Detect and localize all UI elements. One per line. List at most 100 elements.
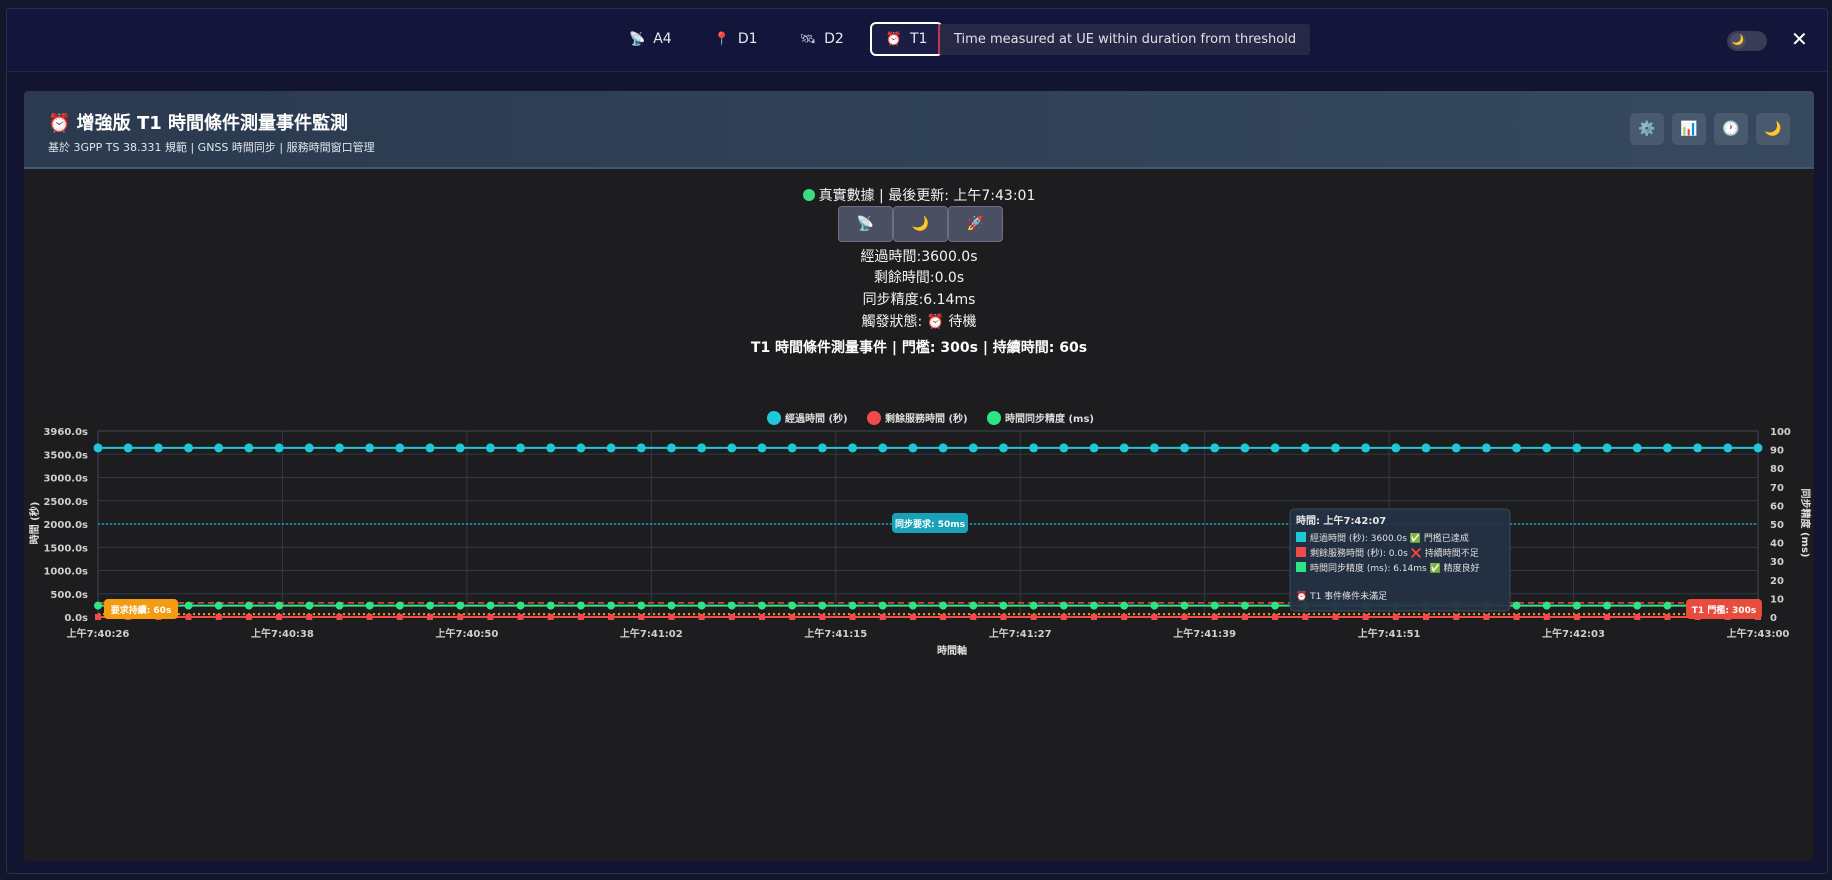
y2-tick-label: 60 (1770, 501, 1784, 512)
y-tick-label: 3960.0s (43, 427, 88, 438)
mode-buttons: 📡 🌙 🚀 (838, 206, 1003, 242)
tooltip-swatch-0 (1296, 532, 1306, 542)
elapsed-point (1149, 443, 1159, 453)
y2-tick-label: 90 (1770, 446, 1784, 457)
elapsed-point (666, 443, 676, 453)
theme-toggle[interactable]: 🌙 (1727, 31, 1767, 51)
remaining-point (1181, 614, 1188, 620)
remaining-point (638, 614, 645, 620)
tab-d2[interactable]: 🛰 D2 (784, 22, 860, 56)
y2-tick-label: 20 (1770, 576, 1784, 587)
alarm-clock-icon: ⏰ (885, 31, 902, 47)
remaining-point (457, 614, 464, 620)
elapsed-point (1572, 443, 1582, 453)
elapsed-point (1693, 443, 1703, 453)
panel-title: ⏰ 增強版 T1 時間條件測量事件監測 (48, 113, 349, 134)
remaining-point (306, 614, 313, 620)
elapsed-point (968, 443, 978, 453)
chart-button[interactable]: 📊 (1672, 113, 1706, 145)
event-tabs: 📡 A4 📍 D1 🛰 D2 ⏰ T1 (613, 22, 944, 56)
event-modal: 📡 A4 📍 D1 🛰 D2 ⏰ T1 Time measured at UE … (6, 8, 1828, 874)
elapsed-point (1481, 443, 1491, 453)
tab-d1[interactable]: 📍 D1 (698, 22, 774, 56)
sync-point (667, 601, 676, 610)
elapsed-point (1330, 443, 1340, 453)
elapsed-point (1451, 443, 1461, 453)
elapsed-point (1512, 443, 1522, 453)
elapsed-point (998, 443, 1008, 453)
elapsed-point (1089, 443, 1099, 453)
clock-button[interactable]: 🕐 (1714, 113, 1748, 145)
sync-point (1542, 601, 1551, 610)
elapsed-point (485, 443, 495, 453)
data-status: 真實數據 | 最後更新: 上午7:43:01 (24, 185, 1814, 205)
elapsed-point (455, 443, 465, 453)
remaining-point (366, 614, 373, 620)
sync-point (576, 601, 585, 610)
elapsed-point (334, 443, 344, 453)
y2-axis-title: 同步精度 (ms) (1799, 489, 1812, 558)
elapsed-point (1059, 443, 1069, 453)
remaining-point (909, 614, 916, 620)
sync-point (486, 601, 495, 610)
threshold-label: T1 門檻: 300s (1692, 604, 1756, 616)
tab-a4[interactable]: 📡 A4 (613, 22, 688, 56)
elapsed-point (1300, 443, 1310, 453)
remaining-point (1423, 614, 1429, 620)
pin-icon: 📍 (713, 31, 730, 47)
sync-point (637, 601, 646, 610)
header-actions: ⚙️ 📊 🕐 🌙 (1630, 113, 1790, 145)
elapsed-point (425, 443, 435, 453)
elapsed-point (787, 443, 797, 453)
x-tick-label: 上午7:41:39 (1173, 627, 1236, 640)
elapsed-point (1723, 443, 1733, 453)
remaining-point (819, 614, 826, 620)
sync-requirement-label: 同步要求: 50ms (895, 518, 965, 530)
y2-tick-label: 50 (1770, 520, 1784, 531)
live-status-dot (802, 189, 815, 201)
x-tick-label: 上午7:42:03 (1542, 627, 1605, 640)
remaining-point (1543, 614, 1550, 620)
sync-point (1633, 601, 1642, 610)
remaining-point (879, 614, 886, 620)
elapsed-point (1753, 443, 1763, 453)
moon-mode-button[interactable]: 🌙 (893, 206, 948, 242)
tooltip-line-2: 時間同步精度 (ms): 6.14ms ✅ 精度良好 (1310, 562, 1480, 574)
sync-point (1271, 601, 1280, 610)
remaining-point (789, 614, 796, 620)
x-tick-label: 上午7:40:38 (251, 627, 314, 640)
x-axis-title: 時間軸 (937, 644, 967, 657)
rocket-mode-button[interactable]: 🚀 (948, 206, 1003, 242)
sync-point (1180, 601, 1189, 610)
legend-marker-2 (987, 411, 1001, 425)
sync-point (607, 601, 616, 610)
settings-button[interactable]: ⚙️ (1630, 113, 1664, 145)
sync-point (878, 601, 887, 610)
remaining-point (698, 614, 705, 620)
tab-d1-label: D1 (737, 31, 758, 47)
remaining-point (577, 614, 584, 620)
satellite-mode-button[interactable]: 📡 (838, 206, 893, 242)
sync-point (1120, 601, 1129, 610)
sync-point (697, 601, 706, 610)
sync-point (969, 601, 978, 610)
elapsed-point (727, 443, 737, 453)
remaining-point (185, 614, 192, 620)
tab-t1[interactable]: ⏰ T1 (869, 22, 944, 56)
remaining-point (1604, 614, 1611, 620)
elapsed-point (365, 443, 375, 453)
night-mode-button[interactable]: 🌙 (1756, 113, 1790, 145)
y-tick-label: 3000.0s (43, 474, 88, 485)
elapsed-point (1662, 443, 1672, 453)
tooltip-swatch-1 (1296, 547, 1306, 557)
sync-point (94, 601, 102, 610)
close-button[interactable]: ✕ (1791, 27, 1808, 51)
remaining-point (728, 614, 735, 620)
sync-point (1663, 601, 1672, 610)
sync-point (727, 601, 736, 610)
remaining-point (1392, 614, 1399, 620)
y2-tick-label: 100 (1770, 427, 1791, 438)
y-axis-title: 時間 (秒) (28, 502, 41, 545)
remaining-point (1513, 614, 1520, 620)
remaining-point (1302, 614, 1309, 620)
